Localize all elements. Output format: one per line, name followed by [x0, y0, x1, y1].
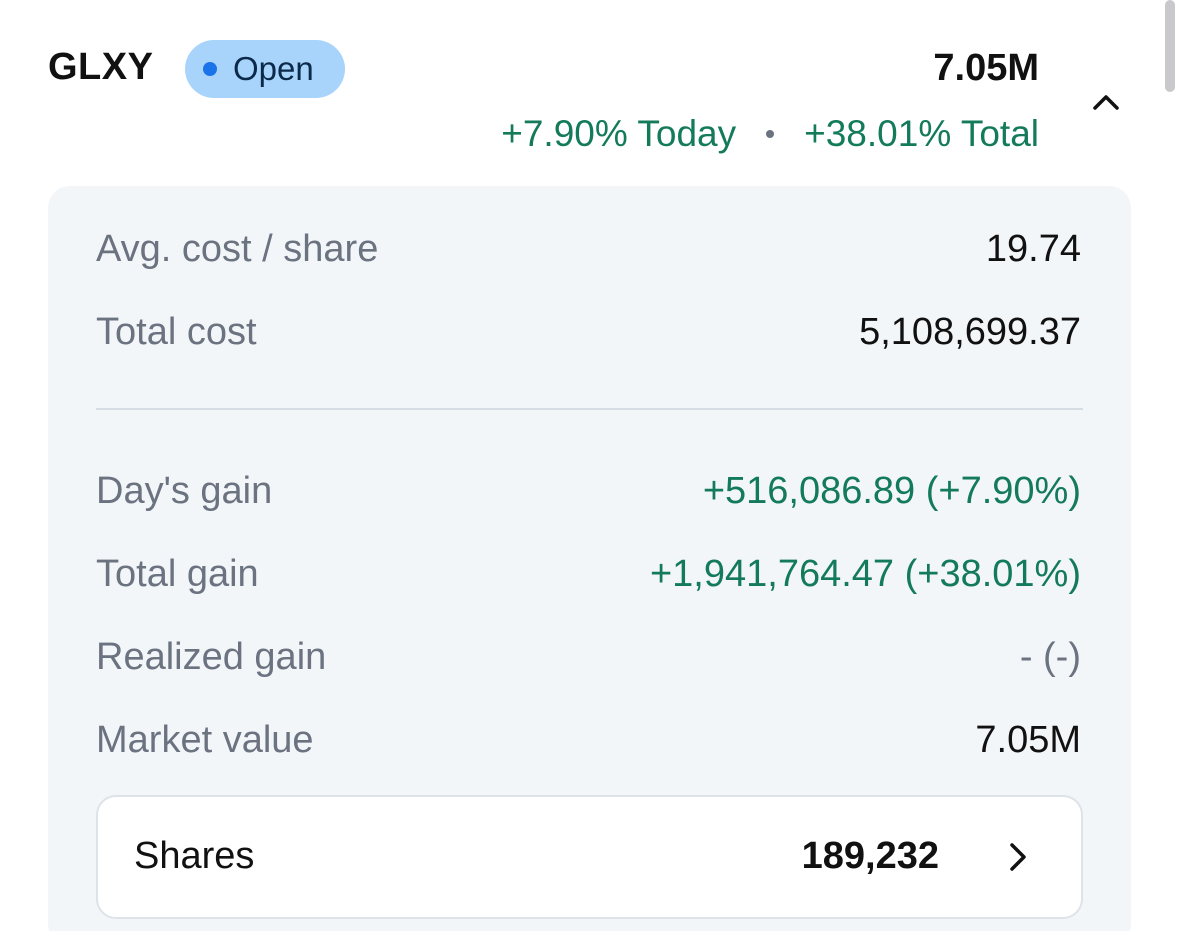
divider [96, 408, 1083, 410]
total-gain-row: Total gain +1,941,764.47 (+38.01%) [96, 549, 1081, 599]
realized-gain-row: Realized gain - (-) [96, 632, 1081, 682]
total-cost-row: Total cost 5,108,699.37 [96, 307, 1081, 357]
days-gain-row: Day's gain +516,086.89 (+7.90%) [96, 466, 1081, 516]
holding-detail-screen: GLXY Open 7.05M +7.90% Today +38.01% Tot… [0, 0, 1179, 931]
realized-gain-value: - (-) [1019, 635, 1081, 678]
total-gain-value: +1,941,764.47 (+38.01%) [649, 552, 1081, 595]
market-value-row: Market value 7.05M [96, 715, 1081, 765]
total-cost-label: Total cost [96, 310, 257, 353]
shares-button[interactable]: Shares 189,232 [96, 795, 1083, 919]
status-label: Open [233, 50, 314, 87]
total-cost-value: 5,108,699.37 [859, 310, 1081, 353]
chevron-right-icon [1003, 839, 1033, 875]
status-badge: Open [185, 40, 345, 98]
market-value-value: 7.05M [975, 718, 1081, 761]
shares-value: 189,232 [801, 835, 939, 877]
shares-label: Shares [134, 835, 255, 877]
avg-cost-row: Avg. cost / share 19.74 [96, 224, 1081, 274]
days-gain-value: +516,086.89 (+7.90%) [702, 469, 1081, 512]
total-gain-label: Total gain [96, 552, 259, 595]
gains-summary: +7.90% Today +38.01% Total [501, 113, 1039, 155]
total-change: +38.01% Total [804, 113, 1039, 154]
ticker-symbol: GLXY [48, 46, 154, 88]
scrollbar[interactable] [1165, 0, 1175, 92]
status-dot-icon [203, 62, 217, 76]
days-gain-label: Day's gain [96, 469, 273, 512]
chevron-up-icon [1093, 95, 1119, 110]
market-value-label: Market value [96, 718, 314, 761]
avg-cost-value: 19.74 [985, 227, 1081, 270]
realized-gain-label: Realized gain [96, 635, 327, 678]
separator-dot-icon [766, 130, 775, 138]
avg-cost-label: Avg. cost / share [96, 227, 379, 270]
market-value-header: 7.05M [933, 47, 1039, 89]
collapse-button[interactable] [1088, 84, 1124, 120]
today-change: +7.90% Today [501, 113, 737, 154]
holding-details-card: Avg. cost / share 19.74 Total cost 5,108… [48, 186, 1131, 931]
